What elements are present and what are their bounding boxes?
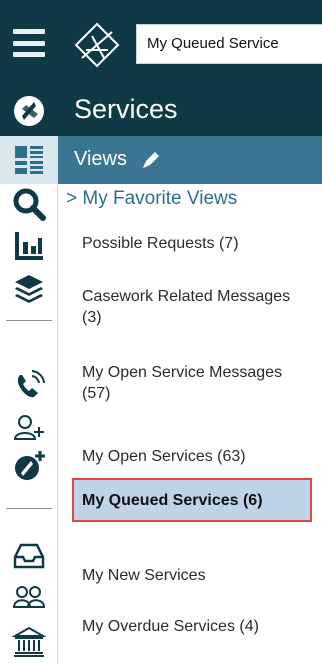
views-grid-icon[interactable] [9, 140, 49, 180]
pencil-edit-icon[interactable] [140, 149, 162, 171]
favorite-views-link[interactable]: > My Favorite Views [66, 188, 237, 210]
search-icon[interactable] [9, 184, 49, 224]
phone-icon[interactable] [9, 366, 49, 406]
list-item[interactable]: My Overdue Services (4) [82, 616, 314, 637]
chart-icon[interactable] [9, 226, 49, 266]
layers-icon[interactable] [9, 268, 49, 308]
add-service-icon[interactable] [9, 446, 49, 486]
list-item[interactable]: My New Services [82, 565, 314, 586]
inbox-icon[interactable] [9, 536, 49, 576]
current-view-field[interactable]: My Queued Service [136, 24, 322, 64]
page-title: Services [74, 94, 178, 124]
bank-icon[interactable] [9, 622, 49, 662]
top-bar: My Queued Service [0, 0, 322, 86]
views-bar: Views [58, 136, 322, 184]
add-user-icon[interactable] [9, 408, 49, 448]
list-item[interactable]: Casework Related Messages (3) [82, 286, 314, 328]
app-logo[interactable] [70, 18, 124, 72]
services-header: Services [58, 86, 322, 136]
hamburger-menu-icon[interactable] [0, 0, 58, 86]
list-item[interactable]: My Open Services (63) [82, 446, 314, 467]
list-item-selected[interactable]: My Queued Services (6) [72, 478, 312, 522]
rail-divider [6, 320, 52, 321]
icon-rail [0, 86, 58, 664]
views-label: Views [74, 148, 127, 170]
list-item[interactable]: My Open Service Messages (57) [82, 362, 314, 404]
group-icon[interactable] [9, 580, 49, 620]
list-item[interactable]: Possible Requests (7) [82, 233, 314, 254]
services-icon[interactable] [0, 86, 58, 136]
rail-divider [6, 508, 52, 509]
